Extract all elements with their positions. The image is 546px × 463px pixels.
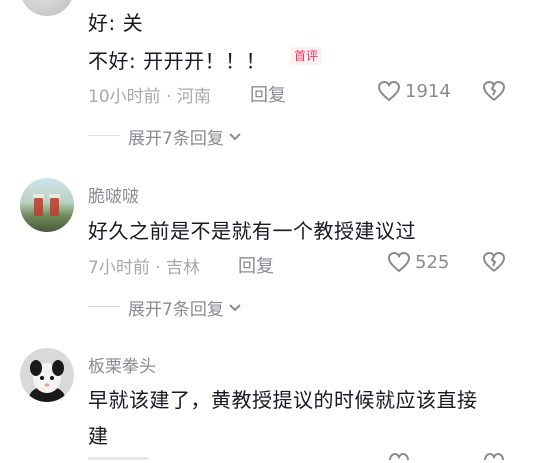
expand-replies-button[interactable]: 展开7条回复: [128, 295, 242, 320]
like-count: 1914: [405, 80, 451, 102]
meta-row-partial: [88, 453, 248, 463]
divider: [88, 135, 120, 136]
heart-icon: [377, 80, 401, 102]
like-button[interactable]: 525: [387, 251, 449, 273]
comment-text: 建: [88, 424, 109, 448]
comment-meta: 10小时前 · 河南: [88, 87, 211, 107]
username[interactable]: 板栗拳头: [88, 352, 156, 377]
username[interactable]: 脆啵啵: [88, 182, 139, 207]
dislike-button[interactable]: [482, 80, 506, 102]
reply-button[interactable]: 回复: [238, 252, 274, 278]
broken-heart-icon[interactable]: [482, 452, 506, 462]
expand-replies-button[interactable]: 展开7条回复: [128, 124, 242, 149]
comment-text: 不好: 开开开！！！: [88, 49, 267, 73]
chevron-down-icon: [228, 303, 242, 313]
broken-heart-icon: [482, 251, 506, 273]
reply-button[interactable]: 回复: [250, 81, 286, 107]
like-button[interactable]: 1914: [377, 80, 451, 102]
comment-text: 好: 关: [88, 11, 144, 35]
chevron-down-icon: [228, 132, 242, 142]
comment-text: 好久之前是不是就有一个教授建议过: [88, 219, 416, 243]
divider: [88, 306, 120, 307]
expand-replies-label: 展开7条回复: [128, 129, 224, 149]
avatar[interactable]: [20, 348, 74, 402]
broken-heart-icon: [482, 80, 506, 102]
avatar[interactable]: [20, 0, 74, 16]
avatar[interactable]: [20, 178, 74, 232]
heart-icon: [387, 251, 411, 273]
first-comment-badge: 首评: [290, 47, 323, 65]
dislike-button[interactable]: [482, 251, 506, 273]
comment-text: 早就该建了，黄教授提议的时候就应该直接: [88, 388, 478, 412]
comment-meta: 7小时前 · 吉林: [88, 258, 201, 278]
expand-replies-label: 展开7条回复: [128, 300, 224, 320]
heart-icon[interactable]: [387, 452, 411, 462]
like-count: 525: [415, 251, 450, 273]
